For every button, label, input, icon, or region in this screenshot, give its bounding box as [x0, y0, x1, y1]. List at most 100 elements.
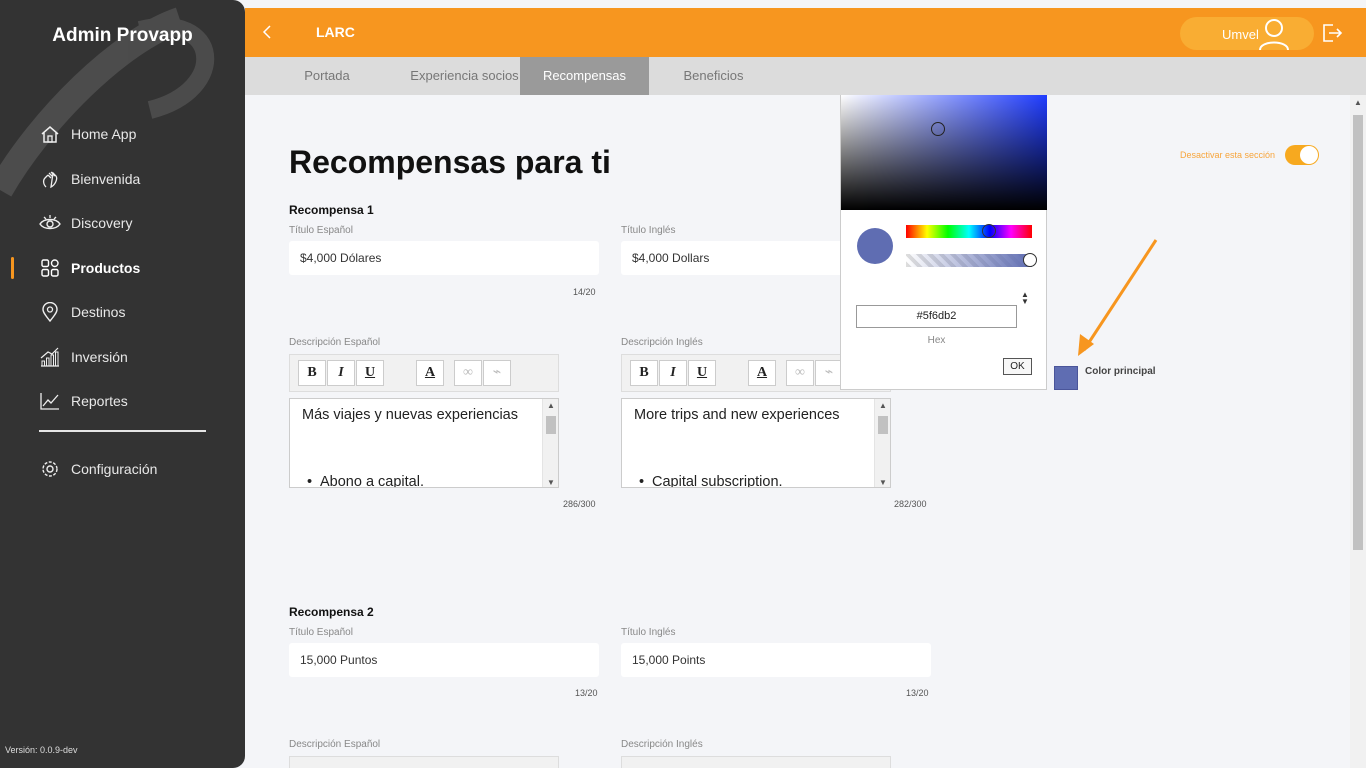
sidebar-item-label: Configuración: [71, 461, 158, 478]
desc-es-label: Descripción Español: [289, 739, 381, 750]
desc-en-text: More trips and new experiences: [634, 407, 840, 423]
alpha-handle[interactable]: [1023, 253, 1037, 267]
main-content: Recompensas para ti Desactivar esta secc…: [245, 95, 1350, 768]
format-toggle-icon[interactable]: ▲ ▼: [1021, 291, 1029, 306]
page-scrollbar[interactable]: ▲: [1350, 95, 1366, 768]
sv-cursor[interactable]: [931, 122, 945, 136]
desc-es-bullet: Abono a capital.: [307, 474, 424, 487]
toggle-knob: [1300, 146, 1319, 164]
tab-recompensas[interactable]: Recompensas: [520, 57, 649, 95]
eye-icon: [39, 212, 61, 234]
tab-beneficios[interactable]: Beneficios: [649, 57, 778, 95]
hex-input[interactable]: #5f6db2: [856, 305, 1017, 328]
font-color-button[interactable]: A: [416, 360, 444, 386]
link-icon[interactable]: ∞: [786, 360, 814, 386]
bold-button[interactable]: B: [630, 360, 658, 386]
waving-hand-icon: [39, 168, 61, 190]
title-en-label: Título Inglés: [621, 225, 676, 236]
back-arrow-icon[interactable]: [257, 22, 277, 42]
underline-button[interactable]: U: [688, 360, 716, 386]
editor-scrollbar[interactable]: ▲ ▼: [542, 399, 558, 487]
bar-growth-icon: [39, 346, 61, 368]
color-preview: [857, 228, 893, 264]
sidebar-item-destinos[interactable]: Destinos: [0, 290, 245, 335]
desc-en-counter: 282/300: [894, 499, 927, 509]
italic-button[interactable]: I: [327, 360, 355, 386]
user-avatar-icon: [1259, 19, 1289, 51]
hue-slider[interactable]: [906, 224, 1032, 238]
tab-portada[interactable]: Portada: [245, 57, 409, 95]
title-es-label: Título Español: [289, 225, 353, 236]
line-chart-icon: [39, 390, 61, 412]
color-picker: ▲ ▼ #5f6db2 Hex OK: [840, 95, 1047, 390]
bold-button[interactable]: B: [298, 360, 326, 386]
sidebar-item-configuracion[interactable]: Configuración: [0, 447, 245, 492]
primary-color-label: Color principal: [1085, 366, 1156, 377]
user-name: Umvel: [1222, 27, 1259, 42]
ok-button[interactable]: OK: [1003, 358, 1032, 375]
desc-es-editor[interactable]: Más viajes y nuevas experiencias Abono a…: [289, 398, 559, 488]
desc-en-label: Descripción Inglés: [621, 739, 703, 750]
desc-es-text: Más viajes y nuevas experiencias: [302, 407, 518, 423]
sidebar-item-inversion[interactable]: Inversión: [0, 335, 245, 380]
underline-button[interactable]: U: [356, 360, 384, 386]
unlink-icon[interactable]: ⌁: [483, 360, 511, 386]
brand-title: Admin Provapp: [52, 25, 193, 46]
italic-button[interactable]: I: [659, 360, 687, 386]
title-en-label: Título Inglés: [621, 627, 676, 638]
hex-label: Hex: [927, 335, 946, 346]
unlink-icon[interactable]: ⌁: [815, 360, 843, 386]
font-color-button[interactable]: A: [748, 360, 776, 386]
reward-1-title-es-input[interactable]: $4,000 Dólares: [289, 241, 599, 275]
sidebar-item-productos[interactable]: Productos: [0, 246, 245, 291]
page-header-title: LARC: [316, 24, 355, 40]
grid-icon: [39, 257, 61, 279]
desc-es-toolbar: [289, 756, 559, 768]
reward-1-title: Recompensa 1: [289, 203, 374, 217]
page-scrollbar-thumb[interactable]: [1353, 115, 1363, 550]
primary-color-swatch[interactable]: [1054, 366, 1078, 390]
title-es-counter: 13/20: [575, 688, 598, 698]
sidebar-item-reportes[interactable]: Reportes: [0, 379, 245, 424]
gear-icon: [39, 458, 61, 480]
hue-handle[interactable]: [982, 224, 996, 238]
home-icon: [39, 123, 61, 145]
reward-2-title-en-input[interactable]: 15,000 Points: [621, 643, 931, 677]
sidebar-item-label: Home App: [71, 126, 137, 143]
section-tabs: Portada Experiencia socios Recompensas B…: [245, 57, 1366, 95]
sidebar-item-label: Destinos: [71, 304, 126, 321]
editor-scrollbar[interactable]: ▲ ▼: [874, 399, 890, 487]
sidebar-item-discovery[interactable]: Discovery: [0, 201, 245, 246]
section-toggle-group: Desactivar esta sección: [1180, 145, 1320, 165]
header-bar: LARC Umvel: [245, 8, 1366, 57]
sidebar-item-label: Bienvenida: [71, 170, 141, 187]
desc-en-toolbar: [621, 756, 891, 768]
saturation-value-area[interactable]: [841, 95, 1047, 210]
logout-icon[interactable]: [1321, 22, 1343, 44]
sidebar-nav: Home App Bienvenida Discovery Productos …: [0, 112, 245, 424]
title-es-counter: 14/20: [573, 287, 596, 297]
user-menu-button[interactable]: Umvel: [1180, 17, 1314, 51]
sidebar-item-bienvenida[interactable]: Bienvenida: [0, 157, 245, 202]
sidebar-item-home-app[interactable]: Home App: [0, 112, 245, 157]
title-es-label: Título Español: [289, 627, 353, 638]
tab-experiencia-socios[interactable]: Experiencia socios: [409, 57, 520, 95]
link-icon[interactable]: ∞: [454, 360, 482, 386]
reward-2-title-es-input[interactable]: 15,000 Puntos: [289, 643, 599, 677]
annotation-arrow-icon: [1078, 239, 1158, 356]
version-text: Versión: 0.0.9-dev: [5, 745, 78, 755]
reward-2-title: Recompensa 2: [289, 605, 374, 619]
alpha-slider[interactable]: [906, 253, 1037, 267]
desc-en-label: Descripción Inglés: [621, 337, 703, 348]
sidebar-divider: [39, 430, 206, 432]
desc-es-counter: 286/300: [563, 499, 596, 509]
location-pin-icon: [39, 301, 61, 323]
toggle-label: Desactivar esta sección: [1180, 150, 1276, 160]
disable-section-toggle[interactable]: [1285, 145, 1320, 165]
title-en-counter: 13/20: [906, 688, 929, 698]
sidebar: Admin Provapp Home App Bienvenida Discov…: [0, 0, 245, 768]
desc-es-toolbar: B I U A ∞ ⌁: [289, 354, 559, 392]
desc-en-bullet: Capital subscription.: [639, 474, 783, 487]
page-title: Recompensas para ti: [289, 144, 611, 180]
desc-en-editor[interactable]: More trips and new experiences Capital s…: [621, 398, 891, 488]
